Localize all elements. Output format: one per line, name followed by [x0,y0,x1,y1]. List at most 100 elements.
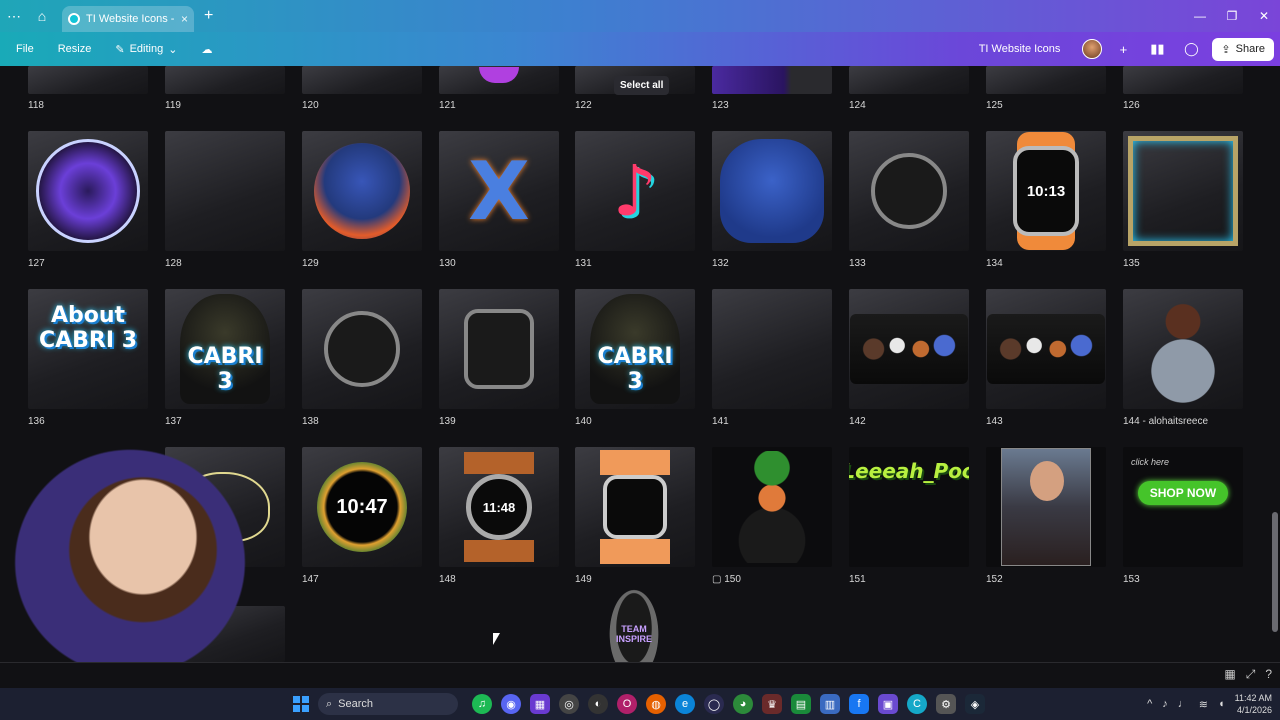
browser-menu-button[interactable]: ⋯ [0,0,28,32]
editing-mode-menu[interactable]: ✎ Editing ⌄ [107,32,185,66]
watch-face [603,475,667,539]
page-number: 147 [302,574,319,585]
page-thumbnail-144[interactable] [1123,289,1243,409]
steam-icon[interactable]: ◈ [965,694,985,714]
page-thumbnail-152[interactable] [986,447,1106,567]
page-thumbnail-148[interactable]: 11:48 [439,447,559,567]
page-options-icon[interactable]: ▢ [712,574,724,585]
comments-icon[interactable]: ◯ [1178,36,1204,62]
page-thumbnail-134[interactable]: 10:13 [986,131,1106,251]
page-thumbnail-125[interactable] [986,66,1106,94]
page-thumbnail-127[interactable] [28,131,148,251]
canva-favicon-icon [68,13,80,25]
edge-icon[interactable]: e [675,694,695,714]
page-thumbnail-142[interactable] [849,289,969,409]
workspaces-button[interactable]: ⌂ [28,0,56,32]
window-controls: — ❐ ✕ [1184,0,1280,32]
page-number: 134 [986,258,1003,269]
upload-icon: ⇪ [1221,43,1231,56]
page-number: 121 [439,100,456,111]
insights-chart-icon[interactable]: ▮▮ [1144,36,1170,62]
document-title[interactable]: TI Website Icons [979,43,1061,55]
page-number: 135 [1123,258,1140,269]
chevron-up-icon[interactable]: ^ [1147,698,1152,710]
app-crown-icon[interactable]: ♛ [762,694,782,714]
firefox-icon[interactable]: ◍ [646,694,666,714]
neon-clock-art [36,139,140,243]
vertical-scrollbar[interactable] [1272,66,1278,662]
select-all-tooltip[interactable]: Select all [614,76,670,95]
restore-button[interactable]: ❐ [1216,0,1248,32]
taskbar-clock[interactable]: 11:42 AM 4/1/2026 [1235,692,1272,716]
page-thumbnail-140[interactable]: CABRI 3 [575,289,695,409]
network-icon[interactable]: ≋ [1199,698,1208,711]
page-thumbnail-147[interactable]: 10:47 [302,447,422,567]
volume-icon[interactable]: ◖ [1218,698,1225,710]
windows-start-icon[interactable] [293,696,309,712]
notes-icon[interactable]: ▥ [820,694,840,714]
close-window-button[interactable]: ✕ [1248,0,1280,32]
speaker-icon[interactable]: ♪ [1162,698,1168,710]
grid-view-icon[interactable]: ▦ [1224,667,1235,682]
page-thumbnail-119[interactable] [165,66,285,94]
help-icon[interactable]: ? [1265,667,1272,682]
page-thumbnail-137[interactable]: CABRI 3 [165,289,285,409]
leather-watch-art: 11:48 [464,452,534,562]
browser-tab-active[interactable]: TI Website Icons - ... × [62,6,194,32]
page-thumbnail-151[interactable]: Leeeah_Poo [849,447,969,567]
page-thumbnail-133[interactable] [849,131,969,251]
tab-close-icon[interactable]: × [181,12,188,26]
page-thumbnail-149[interactable] [575,447,695,567]
cloud-save-status[interactable]: ☁ [193,32,220,66]
microphone-icon[interactable]: ♩ [1178,698,1189,710]
page-thumbnail-128[interactable] [165,131,285,251]
scrollbar-thumb[interactable] [1272,512,1278,632]
browser-tabstrip: ⋯ ⌂ TI Website Icons - ... × + — ❐ ✕ [0,0,1280,32]
page-thumbnail-153[interactable]: click here SHOP NOW [1123,447,1243,567]
page-thumbnail-130[interactable]: X [439,131,559,251]
streamer-webcam-overlay [0,435,260,690]
file-menu[interactable]: File [8,32,42,66]
resize-menu[interactable]: Resize [50,32,100,66]
page-thumbnail-120[interactable] [302,66,422,94]
minimize-button[interactable]: — [1184,0,1216,32]
app-shell-icon[interactable]: ◎ [559,694,579,714]
page-thumbnail-141[interactable] [712,289,832,409]
app-circle-icon[interactable]: ◯ [704,694,724,714]
x-logo-art: X [468,144,530,238]
chrome-dev-icon[interactable]: ◐ [588,694,608,714]
taskbar-search[interactable]: ⌕ Search [318,693,458,715]
page-thumbnail-126[interactable] [1123,66,1243,94]
new-tab-button[interactable]: + [204,7,213,25]
page-thumbnail-118[interactable] [28,66,148,94]
canva-icon[interactable]: C [907,694,927,714]
portrait-photo-art [1001,448,1091,566]
add-collaborator-icon[interactable]: + [1110,36,1136,62]
page-thumbnail-123[interactable] [712,66,832,94]
page-thumbnail-124[interactable] [849,66,969,94]
page-thumbnail-135[interactable] [1123,131,1243,251]
page-thumbnail-138[interactable] [302,289,422,409]
opera-icon[interactable]: O [617,694,637,714]
page-thumbnail-136[interactable]: About CABRI 3 [28,289,148,409]
app-window-icon[interactable]: ▣ [878,694,898,714]
page-thumbnail-129[interactable] [302,131,422,251]
spotify-icon[interactable]: ♫ [472,694,492,714]
leprechaun-art [722,451,822,563]
discord-icon[interactable]: ◉ [501,694,521,714]
page-thumbnail-150[interactable] [712,447,832,567]
facebook-icon[interactable]: f [849,694,869,714]
apps-grid-icon[interactable]: ▦ [530,694,550,714]
fullscreen-icon[interactable]: ⤢ [1246,667,1256,682]
page-thumbnail-143[interactable] [986,289,1106,409]
chrome-icon[interactable]: ◕ [733,694,753,714]
settings-gear-icon[interactable]: ⚙ [936,694,956,714]
spreadsheet-icon[interactable]: ▤ [791,694,811,714]
hooded-avatar-art: CABRI 3 [590,294,680,404]
page-thumbnail-131[interactable]: ♪ [575,131,695,251]
page-thumbnail-132[interactable] [712,131,832,251]
share-button[interactable]: ⇪ Share [1212,37,1274,61]
page-thumbnail-139[interactable] [439,289,559,409]
user-avatar[interactable] [1082,39,1103,59]
page-thumbnail-121[interactable] [439,66,559,94]
